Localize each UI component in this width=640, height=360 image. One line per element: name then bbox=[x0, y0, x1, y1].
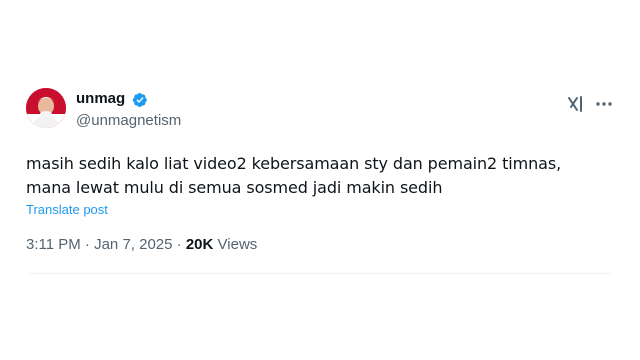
grok-icon[interactable] bbox=[566, 94, 586, 114]
avatar-image bbox=[26, 88, 66, 128]
translate-post-link[interactable]: Translate post bbox=[26, 202, 108, 217]
more-options-icon[interactable] bbox=[594, 94, 614, 114]
tweet-time[interactable]: 3:11 PM bbox=[26, 236, 81, 253]
verified-badge-icon bbox=[132, 93, 147, 107]
author-handle[interactable]: @unmagnetism bbox=[76, 112, 181, 129]
tweet-text: masih sedih kalo liat video2 kebersamaan… bbox=[26, 152, 606, 200]
tweet-date[interactable]: Jan 7, 2025 bbox=[94, 236, 172, 253]
meta-separator: · bbox=[176, 236, 182, 253]
meta-separator: · bbox=[84, 236, 90, 253]
tweet-metadata: 3:11 PM · Jan 7, 2025 · 20K Views bbox=[26, 236, 257, 253]
tweet-text-line-2: mana lewat mulu di semua sosmed jadi mak… bbox=[26, 178, 443, 197]
views-label: Views bbox=[217, 236, 258, 253]
tweet-card[interactable]: unmag @unmagnetism masih sedih kalo liat… bbox=[14, 72, 626, 274]
avatar[interactable] bbox=[26, 88, 66, 128]
card-divider bbox=[28, 273, 612, 274]
author-name[interactable]: unmag bbox=[76, 90, 125, 107]
tweet-text-line-1: masih sedih kalo liat video2 kebersamaan… bbox=[26, 154, 562, 173]
views-count[interactable]: 20K bbox=[186, 236, 214, 253]
